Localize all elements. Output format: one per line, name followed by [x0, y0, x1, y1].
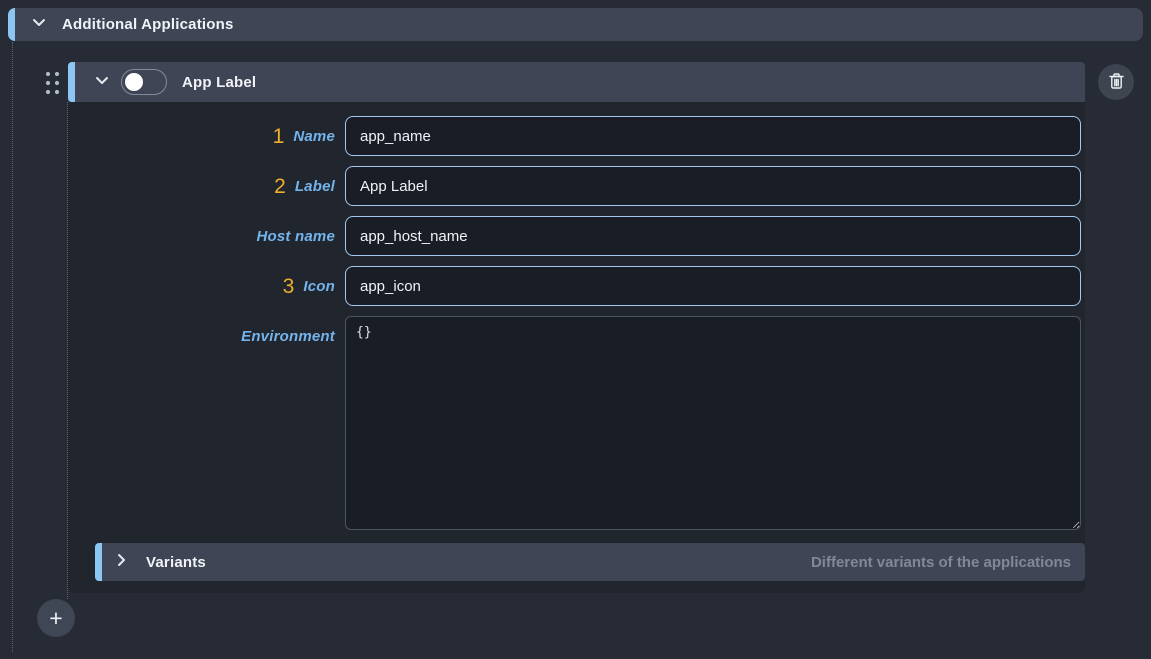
field-row-label: 2 Label	[68, 166, 1085, 206]
annotation-number: 2	[274, 176, 286, 197]
drag-handle-icon[interactable]	[42, 70, 66, 96]
variants-hint: Different variants of the applications	[811, 554, 1071, 571]
field-row-host-name: Host name	[68, 216, 1085, 256]
field-label: Host name	[68, 216, 335, 256]
tree-guide-line-outer	[12, 42, 13, 652]
annotation-number: 1	[273, 126, 285, 147]
card-header-app-label[interactable]: App Label	[68, 62, 1085, 102]
variants-title: Variants	[146, 554, 206, 571]
accent-bar	[8, 8, 15, 41]
delete-button[interactable]	[1098, 64, 1134, 100]
field-label: 1 Name	[68, 116, 335, 156]
field-label-name: Name	[293, 128, 335, 145]
annotation-number: 3	[283, 276, 295, 297]
chevron-down-icon	[31, 14, 47, 35]
app-config-page: Additional Applications App Label	[0, 0, 1151, 659]
field-label-environment: Environment	[241, 328, 335, 345]
label-input[interactable]	[345, 166, 1081, 206]
icon-input[interactable]	[345, 266, 1081, 306]
field-row-name: 1 Name	[68, 116, 1085, 156]
field-label: 2 Label	[68, 166, 335, 206]
field-label: 3 Icon	[68, 266, 335, 306]
section-header-additional-applications[interactable]: Additional Applications	[8, 8, 1143, 41]
host-name-input[interactable]	[345, 216, 1081, 256]
accent-bar	[95, 543, 102, 581]
name-input[interactable]	[345, 116, 1081, 156]
field-row-icon: 3 Icon	[68, 266, 1085, 306]
plus-icon: +	[49, 607, 62, 630]
field-label-icon: Icon	[303, 278, 335, 295]
field-label: Environment	[68, 316, 335, 356]
trash-icon	[1108, 72, 1125, 93]
card-title: App Label	[182, 74, 256, 91]
environment-textarea[interactable]: {}	[345, 316, 1081, 530]
variants-section-header[interactable]: Variants Different variants of the appli…	[95, 543, 1085, 581]
field-label-label: Label	[295, 178, 335, 195]
chevron-down-icon[interactable]	[94, 72, 110, 93]
chevron-right-icon	[113, 552, 129, 573]
accent-bar	[68, 62, 75, 102]
add-application-button[interactable]: +	[37, 599, 75, 637]
toggle-knob	[125, 73, 143, 91]
enable-toggle[interactable]	[121, 69, 167, 95]
card-content: 1 Name 2 Label Host name 3 Icon	[68, 102, 1085, 593]
field-label-host-name: Host name	[257, 228, 336, 245]
section-title: Additional Applications	[62, 16, 234, 33]
